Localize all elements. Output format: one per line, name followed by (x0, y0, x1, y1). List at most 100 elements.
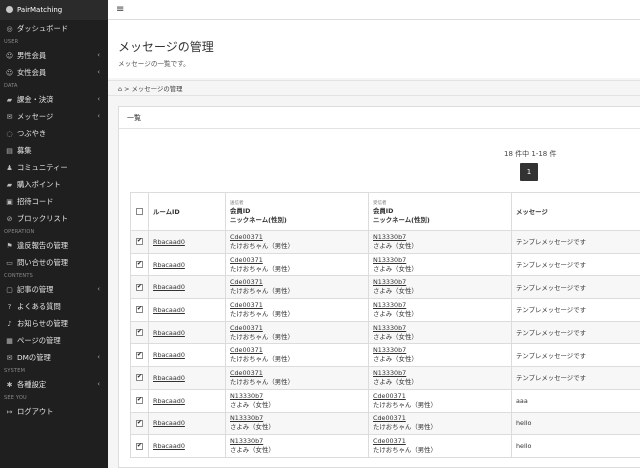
room-id-link[interactable]: Rbacaad0 (153, 306, 185, 314)
sender-id-link[interactable]: N13330b7 (230, 392, 364, 401)
sidebar-item-label: お知らせの管理 (17, 319, 68, 328)
sidebar-item[interactable]: ♪ お知らせの管理 (0, 315, 108, 332)
table-row: Rbacaad0Cde00371たけおちゃん（男性）N13330b7さよみ（女性… (130, 320, 640, 345)
row-checkbox[interactable] (136, 442, 143, 450)
table-row: Rbacaad0Cde00371たけおちゃん（男性）N13330b7さよみ（女性… (130, 366, 640, 390)
sidebar-item[interactable]: ▢ 記事の管理 ‹ (0, 281, 108, 298)
row-checkbox-cell (130, 434, 149, 458)
sidebar-item-label: ページの管理 (17, 336, 61, 345)
sidebar-item[interactable]: ▰ 課金・決済 ‹ (0, 91, 108, 108)
chat-icon: ✉ (6, 113, 13, 121)
sender-name: たけおちゃん（男性） (230, 287, 294, 296)
row-checkbox-cell (130, 343, 149, 368)
receiver-id-link[interactable]: N13330b7 (373, 324, 507, 333)
sidebar-item-label: 違反報告の管理 (17, 241, 69, 250)
block-icon: ⊘ (6, 215, 13, 223)
room-id-link[interactable]: Rbacaad0 (153, 283, 185, 291)
sender-id-link[interactable]: Cde00371 (230, 278, 364, 287)
row-checkbox[interactable] (136, 283, 143, 291)
receiver-cell: N13330b7 さよみ（女性） (368, 298, 512, 322)
receiver-id-link[interactable]: Cde00371 (373, 392, 507, 401)
result-count: 18 件中 1-18 件 (504, 150, 557, 158)
sidebar-item-label: ブロックリスト (17, 214, 69, 223)
clipboard-icon: ▤ (6, 147, 13, 155)
sidebar-section-label: USER (4, 39, 19, 45)
receiver-id-link[interactable]: N13330b7 (373, 301, 507, 310)
sender-id-link[interactable]: Cde00371 (230, 301, 364, 310)
sidebar-item[interactable]: ✱ 各種設定 ‹ (0, 376, 108, 393)
sidebar-item[interactable]: ▦ ページの管理 (0, 332, 108, 349)
row-checkbox[interactable] (136, 305, 143, 314)
receiver-id-link[interactable]: N13330b7 (373, 278, 507, 287)
room-cell: Rbacaad0 (148, 343, 226, 368)
room-id-link[interactable]: Rbacaad0 (153, 397, 185, 405)
sender-id-link[interactable]: Cde00371 (230, 233, 364, 242)
sidebar-item[interactable]: ▭ 問い合せの管理 (0, 254, 108, 271)
row-checkbox[interactable] (136, 328, 143, 337)
sender-id-link[interactable]: N13330b7 (230, 437, 364, 446)
message-cell: テンプレメッセージです (511, 298, 640, 322)
receiver-id-link[interactable]: N13330b7 (373, 346, 507, 355)
room-id-link[interactable]: Rbacaad0 (153, 238, 185, 246)
page-icon: ▦ (6, 337, 13, 345)
room-id-link[interactable]: Rbacaad0 (153, 351, 185, 359)
row-checkbox[interactable] (136, 373, 143, 382)
row-checkbox[interactable] (136, 260, 143, 269)
message-table: ルームID 送信者 会員ID ニックネーム(性別) 受信者 会員ID ニックネー… (130, 192, 640, 458)
room-id-link[interactable]: Rbacaad0 (153, 261, 185, 269)
sidebar-item[interactable]: ↦ ログアウト (0, 403, 108, 420)
pagination-page-1[interactable]: 1 (520, 163, 538, 181)
sidebar-item[interactable]: ✉ DMの管理 ‹ (0, 349, 108, 366)
breadcrumb-current: メッセージの管理 (131, 85, 183, 93)
room-id-link[interactable]: Rbacaad0 (153, 419, 185, 427)
select-all-checkbox[interactable] (136, 208, 143, 215)
sender-id-link[interactable]: N13330b7 (230, 414, 364, 423)
room-id-link[interactable]: Rbacaad0 (153, 329, 185, 337)
sidebar-item[interactable]: ◎ ダッシュボード (0, 20, 108, 37)
sidebar-item[interactable]: ⚑ 違反報告の管理 (0, 237, 108, 254)
home-icon[interactable]: ⌂ (118, 85, 122, 93)
receiver-id-link[interactable]: N13330b7 (373, 233, 507, 242)
sidebar-item[interactable]: ▣ 招待コード (0, 193, 108, 210)
code-icon: ▣ (6, 198, 13, 206)
logo-icon (6, 6, 13, 13)
sidebar-item[interactable]: ☺ 男性会員 ‹ (0, 47, 108, 64)
sidebar-item[interactable]: ☺ 女性会員 ‹ (0, 64, 108, 81)
room-id-link[interactable]: Rbacaad0 (153, 374, 185, 382)
sender-id-link[interactable]: Cde00371 (230, 256, 364, 265)
row-checkbox[interactable] (136, 351, 143, 359)
inbox-icon: ▭ (6, 259, 13, 267)
sidebar-section-label: CONTENTS (4, 273, 33, 279)
row-checkbox[interactable] (136, 396, 143, 405)
row-checkbox[interactable] (136, 237, 143, 246)
header-sender-name: ニックネーム(性別) (230, 215, 287, 224)
room-id-link[interactable]: Rbacaad0 (153, 442, 185, 450)
sidebar-item[interactable]: ✉ メッセージ ‹ (0, 108, 108, 125)
receiver-name: たけおちゃん（男性） (373, 400, 437, 409)
sidebar-item[interactable]: ▤ 募集 (0, 142, 108, 159)
row-checkbox-cell (130, 230, 149, 254)
receiver-id-link[interactable]: Cde00371 (373, 414, 507, 423)
brand[interactable]: PairMatching (0, 0, 108, 20)
cart-icon: ▰ (6, 181, 13, 189)
table-row: Rbacaad0N13330b7さよみ（女性）Cde00371たけおちゃん（男性… (130, 388, 640, 413)
sender-id-link[interactable]: Cde00371 (230, 369, 364, 378)
receiver-id-link[interactable]: N13330b7 (373, 256, 507, 265)
message-cell: テンプレメッセージです (511, 343, 640, 368)
table-row: Rbacaad0N13330b7さよみ（女性）Cde00371たけおちゃん（男性… (130, 411, 640, 436)
receiver-id-link[interactable]: N13330b7 (373, 369, 507, 378)
sender-id-link[interactable]: Cde00371 (230, 346, 364, 355)
sidebar-item[interactable]: ⊘ ブロックリスト (0, 210, 108, 227)
sender-id-link[interactable]: Cde00371 (230, 324, 364, 333)
row-checkbox[interactable] (136, 419, 143, 427)
menu-toggle-icon[interactable]: ≡ (116, 4, 124, 15)
table-row: Rbacaad0Cde00371たけおちゃん（男性）N13330b7さよみ（女性… (130, 230, 640, 254)
sidebar-item[interactable]: ♟ コミュニティー (0, 159, 108, 176)
sidebar-item[interactable]: ▰ 購入ポイント (0, 176, 108, 193)
sidebar-item[interactable]: ? よくある質問 (0, 298, 108, 315)
receiver-id-link[interactable]: Cde00371 (373, 437, 507, 446)
room-cell: Rbacaad0 (148, 230, 226, 254)
sidebar-item[interactable]: ◌ つぶやき (0, 125, 108, 142)
table-row: Rbacaad0Cde00371たけおちゃん（男性）N13330b7さよみ（女性… (130, 275, 640, 300)
gear-icon: ✱ (6, 381, 13, 389)
